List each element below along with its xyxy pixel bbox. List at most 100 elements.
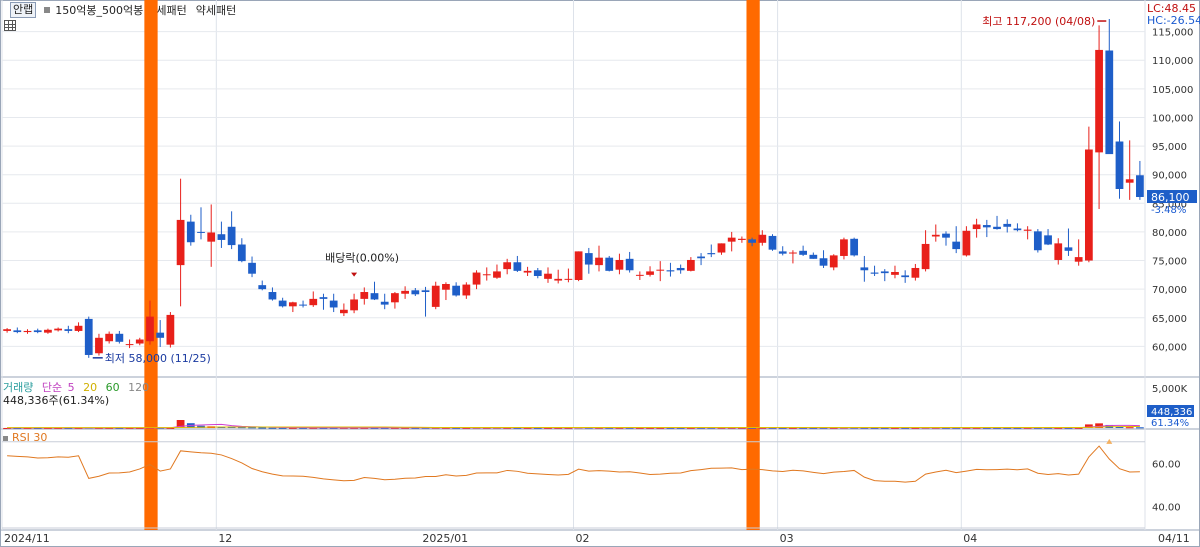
candle-body	[23, 330, 32, 333]
volume-tick-label: 5,000K	[1152, 384, 1188, 395]
candle-body	[1023, 229, 1032, 231]
candle-body	[1095, 49, 1103, 153]
candle-body	[1074, 257, 1083, 262]
volume-bar	[268, 427, 277, 429]
candle-body	[676, 267, 685, 271]
candle-body	[472, 272, 481, 285]
candle-body	[442, 284, 450, 290]
volume-badge-label: 448,336	[1151, 407, 1192, 418]
candle-body	[268, 292, 277, 300]
chart-window: 안랩 150억봉_500억봉 강세패턴 약세패턴 60,00065,00070,…	[0, 0, 1200, 547]
candle-body	[248, 262, 256, 274]
candle-body	[982, 225, 991, 228]
candle-body	[1003, 223, 1012, 227]
candle-body	[237, 244, 246, 262]
candle-body	[646, 271, 654, 275]
volume-pct-label: 61.34%	[1151, 418, 1189, 429]
x-tick-label: 04	[963, 532, 977, 545]
rsi-legend-label: RSI 30	[12, 431, 48, 444]
candle-body	[411, 290, 420, 295]
candle-body	[972, 224, 981, 230]
candle-body	[329, 300, 338, 308]
high-price-annotation: 최고 117,200 (04/08)	[982, 15, 1095, 28]
candle-body	[901, 275, 910, 278]
candle-body	[1136, 175, 1144, 198]
candle-body	[197, 231, 205, 233]
candle-body	[227, 226, 236, 246]
x-tick-label: 03	[780, 532, 794, 545]
candle-body	[452, 285, 461, 296]
candle-body	[574, 251, 583, 280]
candle-body	[799, 250, 807, 255]
pattern-highlight-bar	[746, 0, 760, 530]
pattern-highlight-bar	[144, 0, 158, 530]
price-tick-label: 75,000	[1152, 257, 1187, 268]
candle-body	[686, 259, 695, 271]
candle-body	[1044, 235, 1052, 245]
price-tick-label: 80,000	[1152, 228, 1187, 239]
price-tick-label: 65,000	[1152, 314, 1187, 325]
candle-body	[1033, 231, 1042, 251]
candle-body	[503, 262, 512, 270]
candle-body	[962, 230, 971, 256]
candle-body	[299, 304, 307, 306]
price-tick-label: 100,000	[1152, 113, 1193, 124]
candle-body	[115, 333, 124, 342]
x-tick-label: 2025/01	[422, 532, 468, 545]
candle-body	[391, 293, 399, 303]
candle-body	[44, 329, 52, 333]
candle-body	[717, 243, 726, 253]
candle-body	[482, 274, 491, 276]
candle-body	[748, 239, 756, 243]
candle-body	[656, 269, 665, 271]
candle-body	[738, 238, 746, 240]
candle-body	[789, 252, 797, 254]
candle-body	[3, 329, 11, 331]
candle-body	[697, 256, 705, 259]
volume-bar	[1125, 427, 1134, 429]
rsi-legend: RSI 30	[3, 431, 47, 444]
candle-body	[74, 325, 83, 331]
candle-body	[564, 278, 573, 280]
candle-body	[84, 318, 93, 355]
candle-body	[146, 316, 154, 342]
price-tick-label: 105,000	[1152, 85, 1193, 96]
candle-body	[921, 243, 930, 270]
dividend-marker-icon	[351, 272, 358, 277]
candle-body	[1013, 228, 1022, 231]
low-price-annotation: 최저 58,000 (11/25)	[105, 352, 211, 365]
candle-body	[625, 258, 634, 271]
x-tick-label: 02	[576, 532, 590, 545]
candle-body	[993, 226, 1001, 230]
candle-body	[911, 267, 920, 278]
candle-body	[595, 257, 603, 266]
candle-body	[462, 284, 471, 296]
candle-body	[870, 272, 879, 274]
bullet-icon	[3, 435, 8, 441]
candle-body	[850, 238, 859, 256]
candle-body	[166, 314, 175, 345]
candle-body	[370, 293, 379, 300]
rsi-tick-label: 40.00	[1152, 502, 1181, 513]
candle-body	[635, 274, 644, 276]
candle-body	[319, 297, 328, 299]
candle-body	[401, 290, 409, 294]
candle-body	[666, 270, 675, 272]
candle-body	[819, 258, 828, 266]
candle-body	[95, 337, 103, 354]
candle-body	[340, 309, 348, 314]
candle-body	[758, 234, 767, 243]
candle-body	[380, 301, 389, 305]
hc-label: HC:-26.54	[1147, 14, 1200, 27]
rsi-tick-label: 60.00	[1152, 459, 1181, 470]
candle-body	[707, 253, 716, 255]
candle-body	[829, 255, 838, 268]
stock-chart: 60,00065,00070,00075,00080,00085,00090,0…	[0, 0, 1200, 547]
candle-body	[840, 239, 848, 256]
candle-body	[350, 299, 358, 311]
candle-body	[523, 270, 532, 273]
legend-ma120: 120	[128, 381, 150, 394]
candle-body	[431, 285, 440, 307]
candle-body	[105, 333, 114, 342]
price-tick-label: 60,000	[1152, 342, 1187, 353]
